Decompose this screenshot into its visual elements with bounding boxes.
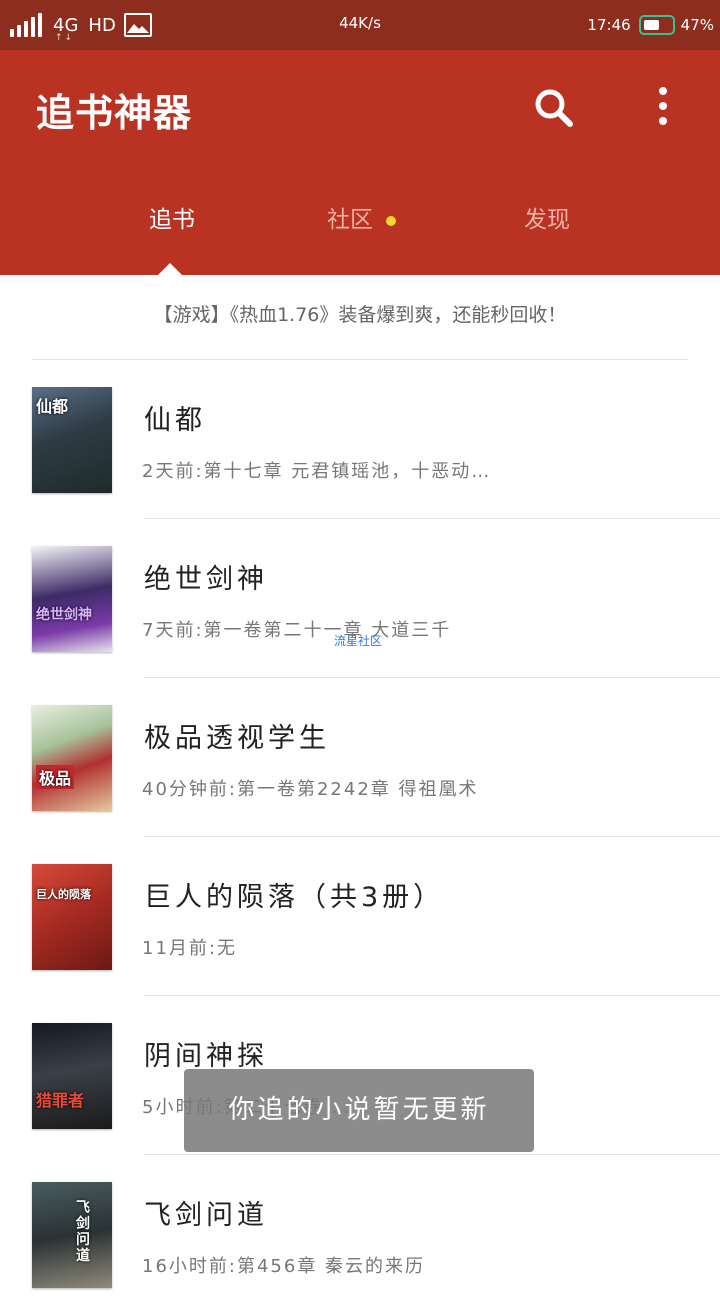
book-cover: 仙都 bbox=[32, 387, 112, 493]
battery-icon bbox=[638, 15, 675, 35]
book-cover: 猎罪者 bbox=[32, 1023, 112, 1129]
book-item[interactable]: 极品 极品透视学生 40分钟前:第一卷第2242章 得祖凰术 bbox=[0, 678, 720, 837]
more-options-button[interactable] bbox=[648, 84, 678, 128]
cover-text: 飞剑问道 bbox=[76, 1200, 90, 1264]
search-button[interactable] bbox=[532, 86, 576, 130]
cover-text: 巨人的陨落 bbox=[36, 888, 91, 901]
book-update: 16小时前:第456章 秦云的来历 bbox=[142, 1256, 426, 1277]
book-cover: 飞剑问道 bbox=[32, 1182, 112, 1288]
book-item[interactable]: 巨人的陨落 巨人的陨落（共3册） 11月前:无 bbox=[0, 837, 720, 996]
book-title: 阴间神探 bbox=[144, 1041, 268, 1072]
tab-indicator bbox=[158, 263, 182, 275]
tab-follow[interactable]: 追书 bbox=[97, 200, 247, 244]
status-right: 17:46 47% bbox=[587, 10, 714, 40]
tab-bar: 追书 社区 发现 bbox=[0, 200, 720, 244]
status-bar: 4G ↑↓ HD 44K/s 17:46 47% bbox=[0, 0, 720, 50]
watermark: 流星社区 bbox=[334, 634, 383, 648]
book-update: 7天前:第一卷第二十一章 大道三千 bbox=[142, 620, 452, 641]
cover-text: 绝世剑神 bbox=[36, 607, 92, 623]
toast-message: 你追的小说暂无更新 bbox=[184, 1069, 534, 1152]
more-vertical-icon bbox=[648, 87, 678, 125]
cover-text: 极品 bbox=[36, 765, 75, 789]
book-title: 极品透视学生 bbox=[144, 723, 330, 754]
app-title: 追书神器 bbox=[36, 91, 193, 135]
book-cover: 巨人的陨落 bbox=[32, 864, 112, 970]
book-cover: 极品 bbox=[32, 705, 112, 811]
book-item[interactable]: 仙都 仙都 2天前:第十七章 元君镇瑶池，十恶动… bbox=[0, 360, 720, 519]
book-title: 飞剑问道 bbox=[144, 1200, 268, 1231]
book-title: 巨人的陨落（共3册） bbox=[144, 882, 445, 913]
book-update: 11月前:无 bbox=[142, 938, 237, 959]
community-new-dot bbox=[386, 216, 396, 226]
book-title: 绝世剑神 bbox=[144, 564, 268, 595]
promo-notice[interactable]: 【游戏】《热血1.76》装备爆到爽，还能秒回收！ bbox=[32, 300, 688, 327]
app-bar: 追书神器 追书 社区 发现 bbox=[0, 50, 720, 275]
battery-percent: 47% bbox=[680, 16, 714, 34]
book-title: 仙都 bbox=[144, 405, 206, 436]
clock: 17:46 bbox=[587, 16, 631, 34]
cover-text: 猎罪者 bbox=[36, 1091, 85, 1110]
book-cover: 绝世剑神 bbox=[32, 546, 112, 652]
search-icon bbox=[535, 89, 573, 127]
book-item[interactable]: 飞剑问道 飞剑问道 16小时前:第456章 秦云的来历 bbox=[0, 1155, 720, 1314]
tab-community[interactable]: 社区 bbox=[275, 200, 425, 244]
book-item[interactable]: 绝世剑神 绝世剑神 7天前:第一卷第二十一章 大道三千 bbox=[0, 519, 720, 678]
book-update: 40分钟前:第一卷第2242章 得祖凰术 bbox=[142, 779, 479, 800]
book-update: 2天前:第十七章 元君镇瑶池，十恶动… bbox=[142, 461, 492, 482]
data-arrows-icon: ↑↓ bbox=[55, 32, 75, 43]
cover-text: 仙都 bbox=[36, 397, 69, 416]
tab-discover[interactable]: 发现 bbox=[472, 200, 622, 244]
